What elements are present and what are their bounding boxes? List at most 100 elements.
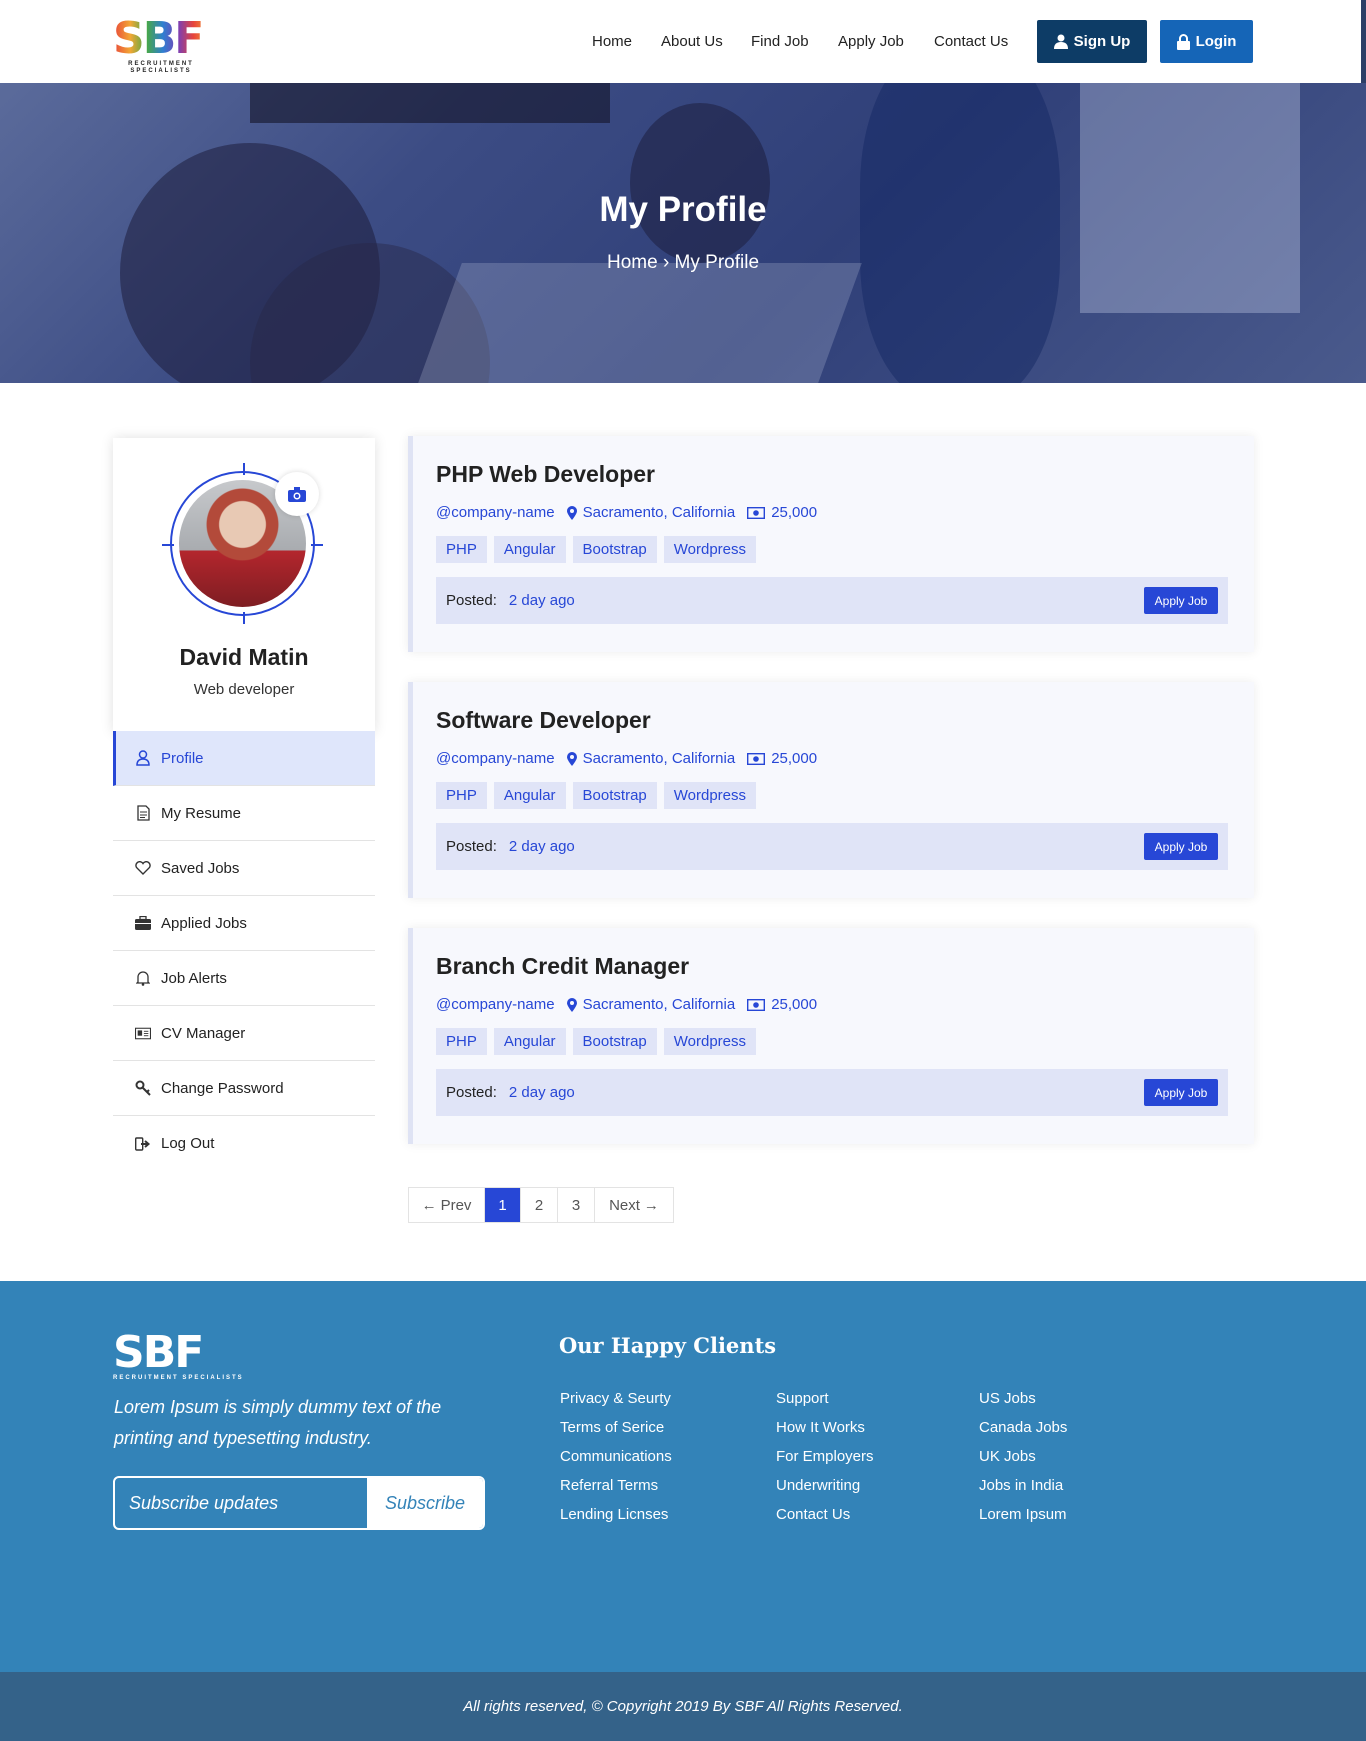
job-location: Sacramento, California bbox=[566, 750, 736, 767]
menu-item-saved-jobs[interactable]: Saved Jobs bbox=[113, 841, 375, 896]
page-button-2[interactable]: 2 bbox=[521, 1188, 558, 1222]
menu-item-change-password[interactable]: Change Password bbox=[113, 1061, 375, 1116]
nav-home[interactable]: Home bbox=[592, 33, 632, 50]
document-icon bbox=[135, 805, 151, 821]
subscribe-form: Subscribe updates Subscribe bbox=[113, 1476, 485, 1530]
skill-tag[interactable]: Wordpress bbox=[663, 782, 757, 809]
sign-up-button[interactable]: Sign Up bbox=[1037, 20, 1147, 63]
skill-tags: PHP Angular Bootstrap Wordpress bbox=[436, 536, 757, 563]
profile-role: Web developer bbox=[193, 681, 295, 698]
menu-item-log-out[interactable]: Log Out bbox=[113, 1116, 375, 1171]
menu-item-cv-manager[interactable]: CV Manager bbox=[113, 1006, 375, 1061]
prev-page-button[interactable]: ← Prev bbox=[409, 1188, 485, 1222]
footer-link[interactable]: Jobs in India bbox=[979, 1471, 1067, 1500]
profile-card: David Matin Web developer bbox=[113, 438, 375, 733]
subscribe-button[interactable]: Subscribe bbox=[367, 1478, 483, 1528]
company-name[interactable]: @company-name bbox=[436, 504, 555, 521]
apply-job-button[interactable]: Apply Job bbox=[1144, 1079, 1218, 1106]
footer-link[interactable]: US Jobs bbox=[979, 1384, 1067, 1413]
footer-link[interactable]: Canada Jobs bbox=[979, 1413, 1067, 1442]
job-location: Sacramento, California bbox=[566, 996, 736, 1013]
hero-monitor bbox=[250, 83, 610, 123]
job-card[interactable]: PHP Web Developer @company-name Sacramen… bbox=[408, 436, 1254, 652]
subscribe-input[interactable]: Subscribe updates bbox=[115, 1478, 367, 1528]
top-navbar: SBF RECRUITMENT SPECIALISTS Home About U… bbox=[0, 0, 1366, 83]
site-logo[interactable]: SBF RECRUITMENT SPECIALISTS bbox=[113, 17, 209, 75]
nav-find-job[interactable]: Find Job bbox=[751, 33, 809, 50]
footer-link[interactable]: Terms of Serice bbox=[560, 1413, 672, 1442]
breadcrumb-separator: › bbox=[662, 252, 670, 273]
job-title[interactable]: Software Developer bbox=[436, 707, 651, 734]
skill-tag[interactable]: PHP bbox=[436, 536, 487, 563]
menu-item-profile[interactable]: Profile bbox=[113, 731, 375, 786]
nav-apply-job[interactable]: Apply Job bbox=[838, 33, 904, 50]
nav-about-us[interactable]: About Us bbox=[661, 33, 723, 50]
change-photo-button[interactable] bbox=[275, 472, 319, 516]
skill-tag[interactable]: Wordpress bbox=[663, 1028, 757, 1055]
page-title: My Profile bbox=[599, 190, 767, 229]
footer-link[interactable]: Communications bbox=[560, 1442, 672, 1471]
menu-item-my-resume[interactable]: My Resume bbox=[113, 786, 375, 841]
arrow-right-icon: → bbox=[643, 1196, 659, 1214]
skill-tag[interactable]: Angular bbox=[493, 1028, 566, 1055]
footer-link[interactable]: Support bbox=[776, 1384, 874, 1413]
job-salary: 25,000 bbox=[747, 504, 817, 521]
profile-name: David Matin bbox=[179, 644, 309, 670]
job-title[interactable]: Branch Credit Manager bbox=[436, 953, 689, 980]
menu-item-job-alerts[interactable]: Job Alerts bbox=[113, 951, 375, 1006]
posted-value: 2 day ago bbox=[508, 838, 575, 855]
posted-label: Posted: bbox=[446, 1084, 497, 1101]
footer-link[interactable]: For Employers bbox=[776, 1442, 874, 1471]
footer-logo[interactable]: SBF RECRUITMENT SPECIALISTS bbox=[113, 1331, 244, 1382]
company-name[interactable]: @company-name bbox=[436, 996, 555, 1013]
job-card[interactable]: Branch Credit Manager @company-name Sacr… bbox=[408, 928, 1254, 1144]
skill-tags: PHP Angular Bootstrap Wordpress bbox=[436, 782, 757, 809]
skill-tag[interactable]: Angular bbox=[493, 782, 566, 809]
location-text: Sacramento, California bbox=[582, 504, 736, 521]
footer-links-column-1: Privacy & Seurty Terms of Serice Communi… bbox=[560, 1384, 672, 1529]
apply-job-button[interactable]: Apply Job bbox=[1144, 587, 1218, 614]
location-text: Sacramento, California bbox=[582, 996, 736, 1013]
footer-link[interactable]: UK Jobs bbox=[979, 1442, 1067, 1471]
posted-bar: Posted: 2 day ago Apply Job bbox=[436, 823, 1228, 870]
job-card[interactable]: Software Developer @company-name Sacrame… bbox=[408, 682, 1254, 898]
skill-tag[interactable]: Bootstrap bbox=[572, 1028, 657, 1055]
job-salary: 25,000 bbox=[747, 996, 817, 1013]
footer-link[interactable]: Lending Licnses bbox=[560, 1500, 672, 1529]
hero-photo-shape bbox=[630, 103, 770, 263]
footer-link[interactable]: Contact Us bbox=[776, 1500, 874, 1529]
job-title[interactable]: PHP Web Developer bbox=[436, 461, 655, 488]
skill-tag[interactable]: PHP bbox=[436, 782, 487, 809]
menu-item-applied-jobs[interactable]: Applied Jobs bbox=[113, 896, 375, 951]
page-button-3[interactable]: 3 bbox=[558, 1188, 595, 1222]
login-button[interactable]: Login bbox=[1160, 20, 1253, 63]
footer-link[interactable]: Referral Terms bbox=[560, 1471, 672, 1500]
page-button-1[interactable]: 1 bbox=[485, 1188, 521, 1222]
company-name[interactable]: @company-name bbox=[436, 750, 555, 767]
breadcrumb: Home › My Profile bbox=[0, 252, 1366, 274]
menu-label: Log Out bbox=[161, 1135, 215, 1152]
apply-job-button[interactable]: Apply Job bbox=[1144, 833, 1218, 860]
posted-label: Posted: bbox=[446, 592, 497, 609]
location-text: Sacramento, California bbox=[582, 750, 736, 767]
footer-link[interactable]: Underwriting bbox=[776, 1471, 874, 1500]
next-page-button[interactable]: Next → bbox=[595, 1188, 673, 1222]
footer-link[interactable]: How It Works bbox=[776, 1413, 874, 1442]
skill-tag[interactable]: Wordpress bbox=[663, 536, 757, 563]
breadcrumb-home[interactable]: Home bbox=[607, 252, 658, 273]
money-icon bbox=[747, 998, 766, 1011]
skill-tag[interactable]: Bootstrap bbox=[572, 536, 657, 563]
footer-link[interactable]: Lorem Ipsum bbox=[979, 1500, 1067, 1529]
nav-contact-us[interactable]: Contact Us bbox=[934, 33, 1008, 50]
footer-link[interactable]: Privacy & Seurty bbox=[560, 1384, 672, 1413]
skill-tag[interactable]: PHP bbox=[436, 1028, 487, 1055]
briefcase-icon bbox=[135, 916, 151, 930]
skill-tag[interactable]: Bootstrap bbox=[572, 782, 657, 809]
copyright-text: All rights reserved, © Copyright 2019 By… bbox=[463, 1698, 903, 1715]
id-card-icon bbox=[135, 1027, 151, 1040]
salary-text: 25,000 bbox=[771, 996, 818, 1013]
job-meta: @company-name Sacramento, California 25,… bbox=[436, 504, 817, 521]
skill-tag[interactable]: Angular bbox=[493, 536, 566, 563]
job-meta: @company-name Sacramento, California 25,… bbox=[436, 996, 817, 1013]
map-marker-icon bbox=[566, 997, 577, 1012]
